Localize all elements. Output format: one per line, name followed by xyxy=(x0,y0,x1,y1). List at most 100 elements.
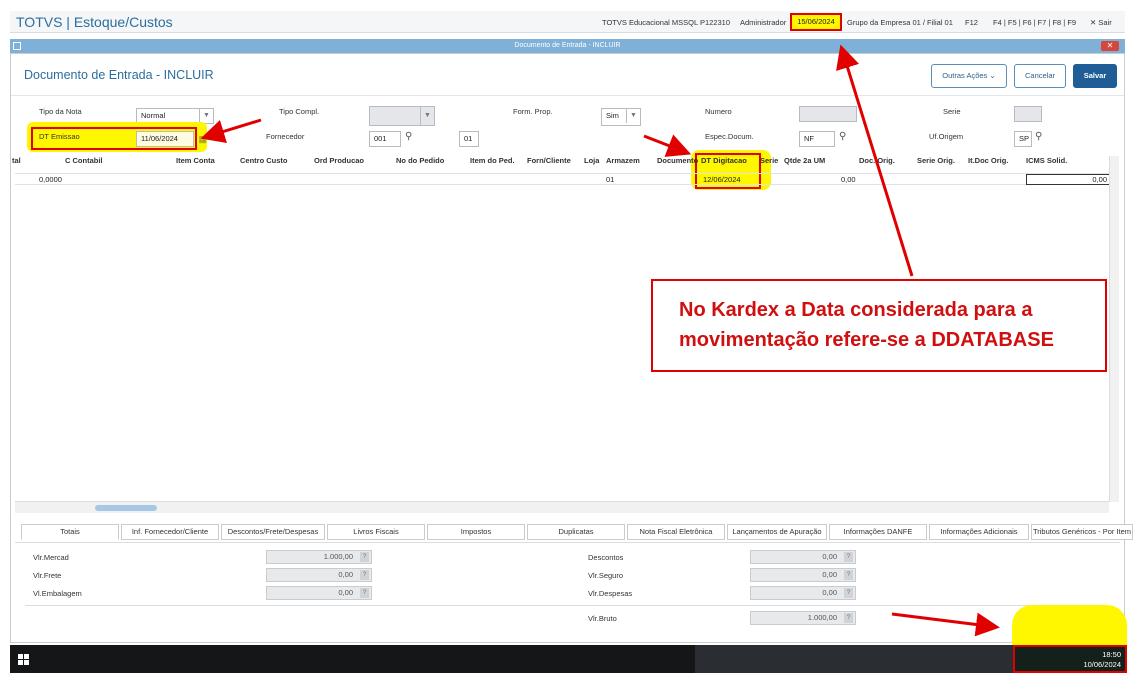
exit-button[interactable]: ✕ Sair xyxy=(1090,18,1112,27)
numero-input[interactable] xyxy=(799,106,857,122)
column-header[interactable]: Armazem xyxy=(606,156,640,165)
vlr-frete-text: 0,00 xyxy=(338,570,353,579)
close-icon: ✕ xyxy=(1090,18,1097,27)
column-header[interactable]: Forn/Cliente xyxy=(527,156,571,165)
help-icon[interactable]: ? xyxy=(844,588,853,598)
espec-docum-label: Espec.Docum. xyxy=(705,132,754,141)
tab-info-adicionais[interactable]: Informações Adicionais xyxy=(929,524,1029,540)
serie-input[interactable] xyxy=(1014,106,1042,122)
column-header[interactable]: C Contabil xyxy=(65,156,103,165)
window-title: Documento de Entrada - INCLUIR xyxy=(514,42,621,49)
espec-docum-input[interactable]: NF xyxy=(799,131,835,147)
numero-label: Numero xyxy=(705,107,732,116)
column-header[interactable]: Loja xyxy=(584,156,599,165)
vlr-despesas-text: 0,00 xyxy=(822,588,837,597)
search-icon[interactable]: ⚲ xyxy=(839,131,846,142)
save-button[interactable]: Salvar xyxy=(1073,64,1117,88)
horizontal-scrollbar[interactable] xyxy=(15,501,1109,513)
help-icon[interactable]: ? xyxy=(844,552,853,562)
search-icon[interactable]: ⚲ xyxy=(405,131,412,142)
dt-emissao-input[interactable]: 11/06/2024 ▦ xyxy=(136,131,207,147)
column-header[interactable]: No do Pedido xyxy=(396,156,444,165)
help-icon[interactable]: ? xyxy=(360,570,369,580)
tipo-compl-select[interactable]: ▼ xyxy=(369,106,435,126)
tipo-nota-label: Tipo da Nota xyxy=(39,107,82,116)
column-header[interactable]: Serie xyxy=(760,156,778,165)
divider xyxy=(25,605,1075,606)
vlr-despesas-label: Vlr.Despesas xyxy=(588,589,633,598)
vlr-seguro-label: Vlr.Seguro xyxy=(588,571,624,580)
help-icon[interactable]: ? xyxy=(844,613,853,623)
tab-inf-fornecedor[interactable]: Inf. Fornecedor/Cliente xyxy=(121,524,219,540)
column-header[interactable]: Doc. Orig. xyxy=(859,156,895,165)
annotation-line-1: No Kardex a Data considerada para a xyxy=(679,299,1033,321)
help-icon[interactable]: ? xyxy=(360,588,369,598)
window-icon xyxy=(13,42,21,50)
help-icon[interactable]: ? xyxy=(360,552,369,562)
window-close-button[interactable]: ✕ xyxy=(1101,41,1119,51)
column-header[interactable]: tal xyxy=(12,156,21,165)
tab-duplicatas[interactable]: Duplicatas xyxy=(527,524,625,540)
tab-danfe[interactable]: Informações DANFE xyxy=(829,524,927,540)
help-icon[interactable]: ? xyxy=(844,570,853,580)
database-date[interactable]: 15/06/2024 xyxy=(790,13,842,31)
vl-embalagem-text: 0,00 xyxy=(338,588,353,597)
cell-tal[interactable]: 0,0000 xyxy=(39,175,62,184)
fornecedor-code-input[interactable]: 001 xyxy=(369,131,401,147)
descontos-text: 0,00 xyxy=(822,552,837,561)
vlr-frete-label: Vlr.Frete xyxy=(33,571,62,580)
vertical-scrollbar[interactable] xyxy=(1109,156,1119,502)
cancel-button[interactable]: Cancelar xyxy=(1014,64,1066,88)
system-clock[interactable]: 18:50 10/06/2024 xyxy=(1013,645,1127,673)
chevron-down-icon: ⌄ xyxy=(989,71,996,80)
clock-time: 18:50 xyxy=(1102,650,1121,659)
top-app-bar: TOTVS | Estoque/Custos TOTVS Educacional… xyxy=(10,11,1125,33)
vl-embalagem-value: 0,00? xyxy=(266,586,372,600)
column-header[interactable]: Ord Producao xyxy=(314,156,364,165)
company-label[interactable]: Grupo da Empresa 01 / Filial 01 xyxy=(847,18,953,27)
form-prop-value: Sim xyxy=(606,111,619,120)
cell-armazem[interactable]: 01 xyxy=(606,175,614,184)
fornecedor-loja-input[interactable]: 01 xyxy=(459,131,479,147)
tab-nfe[interactable]: Nota Fiscal Eletrônica xyxy=(627,524,725,540)
tab-totais[interactable]: Totais xyxy=(21,524,119,540)
environment-label: TOTVS Educacional MSSQL P122310 xyxy=(602,18,730,27)
cell-qtde-2a-um[interactable]: 0,00 xyxy=(841,175,856,184)
f12-key[interactable]: F12 xyxy=(965,18,978,27)
cell-icms-solid[interactable]: 0,00 xyxy=(1026,174,1110,185)
uf-origem-input[interactable]: SP xyxy=(1014,131,1032,147)
annotation-line-2: movimentação refere-se a DDATABASE xyxy=(679,329,1054,351)
calendar-icon[interactable]: ▦ xyxy=(198,132,207,146)
user-label[interactable]: Administrador xyxy=(740,18,786,27)
vlr-bruto-value: 1.000,00? xyxy=(750,611,856,625)
search-icon[interactable]: ⚲ xyxy=(1035,131,1042,142)
dt-emissao-value: 11/06/2024 xyxy=(141,134,178,143)
column-header[interactable]: ICMS Solid. xyxy=(1026,156,1067,165)
column-header[interactable]: Centro Custo xyxy=(240,156,288,165)
outras-acoes-label: Outras Ações xyxy=(942,71,988,80)
dt-emissao-label: DT Emissao xyxy=(39,132,80,141)
form-prop-select[interactable]: Sim ▼ xyxy=(601,108,641,126)
window-titlebar: Documento de Entrada - INCLUIR ✕ xyxy=(10,39,1125,53)
column-header[interactable]: It.Doc Orig. xyxy=(968,156,1008,165)
cell-dt-digitacao[interactable]: 12/06/2024 xyxy=(703,175,741,184)
column-header[interactable]: Qtde 2a UM xyxy=(784,156,825,165)
outras-acoes-button[interactable]: Outras Ações ⌄ xyxy=(931,64,1007,88)
column-header[interactable]: DT Digitacao xyxy=(701,156,747,165)
tab-descontos[interactable]: Descontos/Frete/Despesas xyxy=(221,524,325,540)
column-header[interactable]: Serie Orig. xyxy=(917,156,955,165)
exit-label: Sair xyxy=(1098,18,1112,27)
column-header[interactable]: Documento xyxy=(657,156,698,165)
page-title: Documento de Entrada - INCLUIR xyxy=(24,68,214,82)
table-row[interactable] xyxy=(15,173,1109,185)
tab-livros-fiscais[interactable]: Livros Fiscais xyxy=(327,524,425,540)
function-keys[interactable]: F4 | F5 | F6 | F7 | F8 | F9 xyxy=(993,18,1076,27)
highlight-clock xyxy=(1012,605,1127,645)
column-header[interactable]: Item do Ped. xyxy=(470,156,515,165)
tab-tributos[interactable]: Tributos Genéricos - Por Item xyxy=(1031,524,1133,540)
column-header[interactable]: Item Conta xyxy=(176,156,215,165)
tab-impostos[interactable]: Impostos xyxy=(427,524,525,540)
tab-lancamentos[interactable]: Lançamentos de Apuração xyxy=(727,524,827,540)
windows-start-icon[interactable] xyxy=(18,654,29,665)
scrollbar-thumb[interactable] xyxy=(95,505,157,511)
